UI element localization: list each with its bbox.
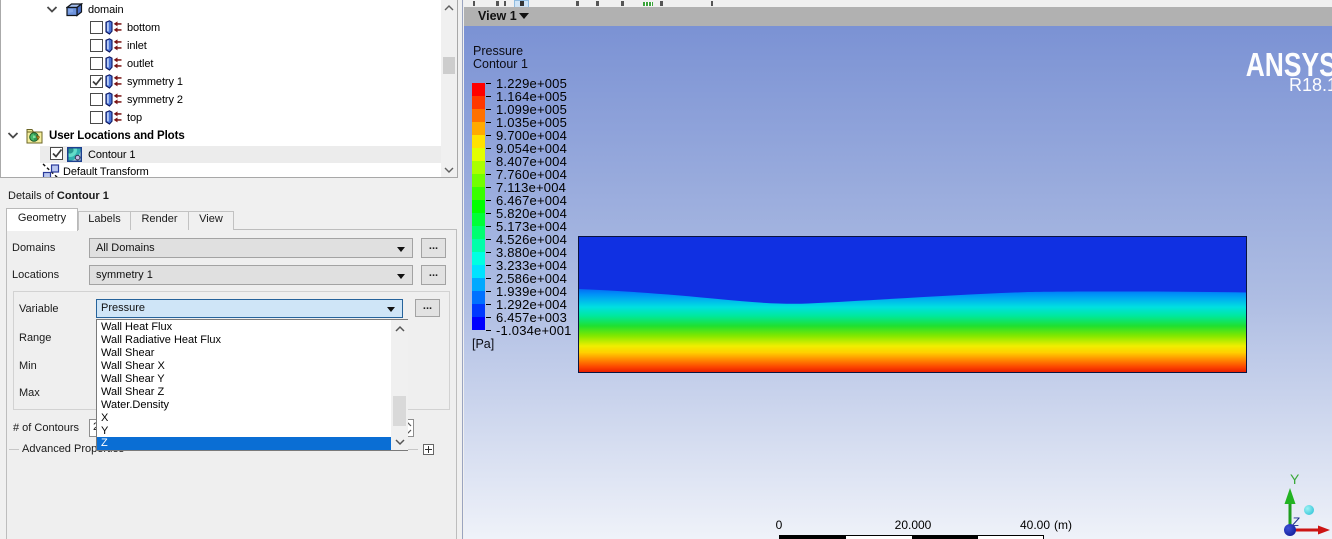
svg-text:Y: Y bbox=[1290, 471, 1300, 487]
